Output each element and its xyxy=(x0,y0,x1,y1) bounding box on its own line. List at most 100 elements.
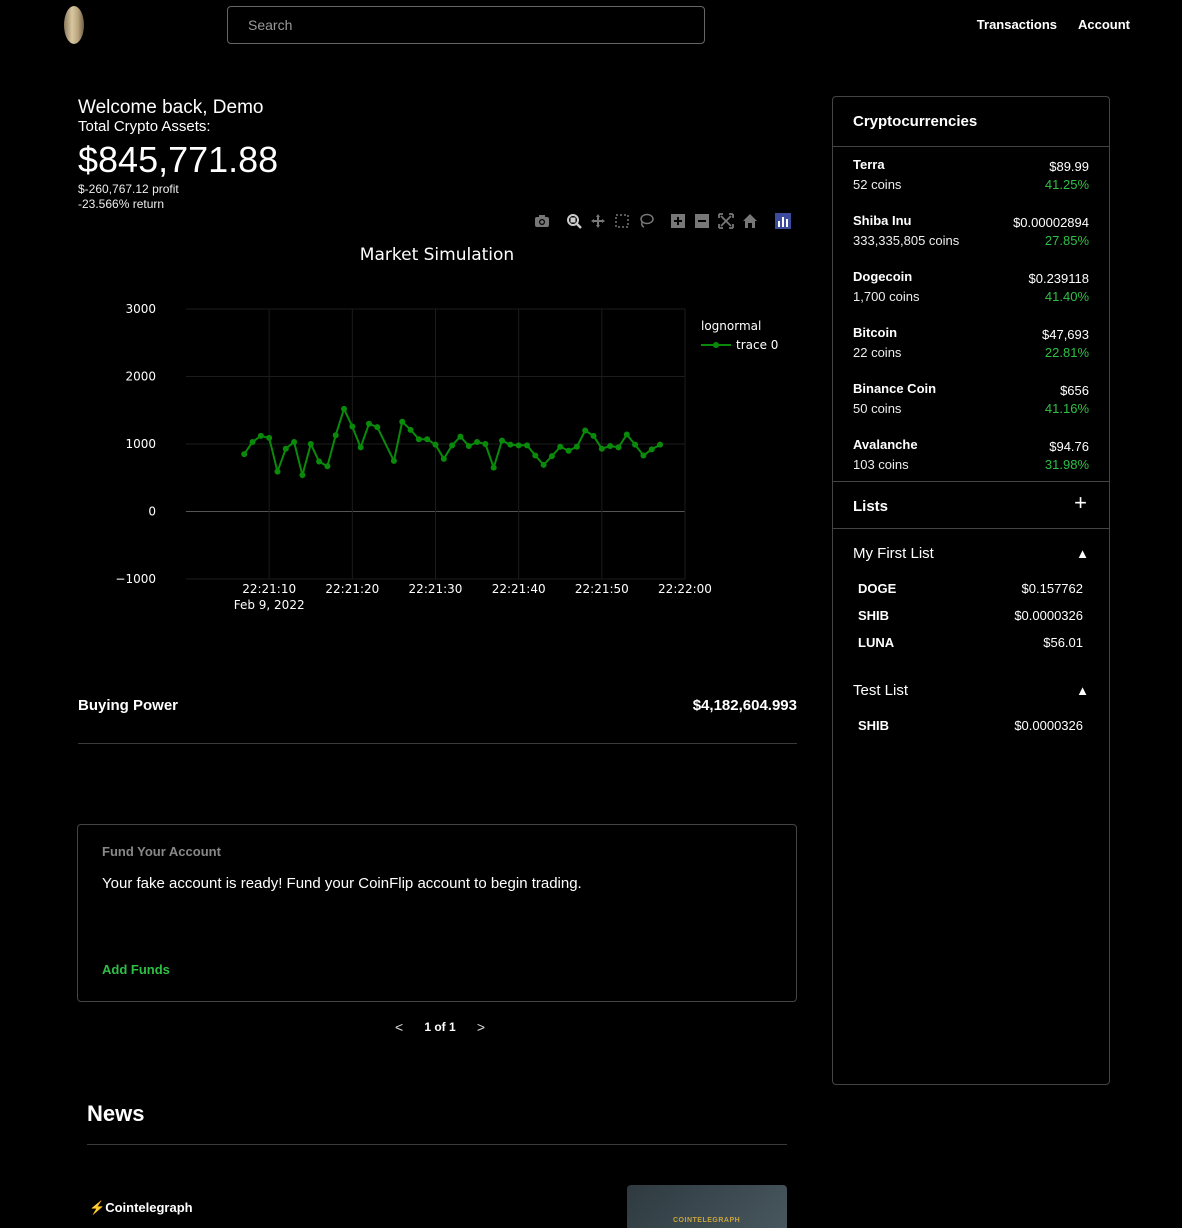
card-pager: < 1 of 1 > xyxy=(395,1019,485,1035)
watchlist-price: $56.01 xyxy=(1043,635,1083,650)
x-tick-label: 22:21:40 xyxy=(492,582,546,596)
chart-legend[interactable]: lognormal trace 0 xyxy=(701,319,778,352)
data-point xyxy=(565,447,572,454)
data-point xyxy=(332,432,339,439)
data-point xyxy=(407,426,414,433)
coin-quantity: 50 coins xyxy=(853,401,902,416)
search-input[interactable] xyxy=(227,6,705,44)
news-divider xyxy=(87,1144,787,1145)
watchlist-header[interactable]: Test List ▲ xyxy=(833,666,1109,710)
legend-series-label[interactable]: trace 0 xyxy=(736,338,778,352)
pager-prev-button[interactable]: < xyxy=(395,1019,403,1035)
news-source[interactable]: ⚡Cointelegraph xyxy=(89,1200,193,1216)
coin-name: Shiba Inu xyxy=(853,213,912,228)
buying-power-value: $4,182,604.993 xyxy=(692,697,797,714)
box-select-icon[interactable] xyxy=(613,213,631,231)
coin-change: 31.98% xyxy=(1044,457,1089,472)
watchlist-item[interactable]: SHIB $0.0000326 xyxy=(833,600,1109,627)
data-point xyxy=(399,418,406,425)
coin-row[interactable]: Dogecoin 1,700 coins $0.239118 41.40% xyxy=(833,259,1109,315)
watchlist-symbol: SHIB xyxy=(858,718,890,733)
nav-transactions-link[interactable]: Transactions xyxy=(977,17,1057,32)
buying-power-label: Buying Power xyxy=(78,697,179,714)
data-point xyxy=(316,458,323,465)
data-point xyxy=(490,464,497,471)
coin-row[interactable]: Avalanche 103 coins $94.76 31.98% xyxy=(833,427,1109,483)
data-point xyxy=(523,442,530,449)
coin-row[interactable]: Bitcoin 22 coins $47,693 22.81% xyxy=(833,315,1109,371)
coin-price: $89.99 xyxy=(1049,159,1089,174)
collapse-toggle-icon[interactable]: ▲ xyxy=(1076,683,1089,698)
add-list-button[interactable]: + xyxy=(1074,490,1087,516)
zoom-out-icon[interactable] xyxy=(693,213,711,231)
data-point xyxy=(640,452,647,459)
coin-price: $656 xyxy=(1060,383,1089,398)
data-point xyxy=(598,445,605,452)
zoom-in-icon[interactable] xyxy=(669,213,687,231)
nav-account-link[interactable]: Account xyxy=(1078,17,1130,32)
data-point xyxy=(457,433,464,440)
coin-list: Terra 52 coins $89.99 41.25% Shiba Inu 333,33… xyxy=(833,147,1109,483)
sidebar-title: Cryptocurrencies xyxy=(833,97,1109,147)
watchlist-item[interactable]: LUNA $56.01 xyxy=(833,627,1109,654)
watchlist-symbol: LUNA xyxy=(858,635,895,650)
coin-change: 27.85% xyxy=(1044,233,1089,248)
x-tick-label: 22:21:50 xyxy=(575,582,629,596)
data-point xyxy=(249,438,256,445)
plotly-logo-icon[interactable] xyxy=(774,213,792,231)
autoscale-icon[interactable] xyxy=(717,213,735,231)
watchlist-item[interactable]: DOGE $0.157762 xyxy=(833,573,1109,600)
data-point xyxy=(582,427,589,434)
camera-icon[interactable] xyxy=(533,213,551,231)
watchlist-item[interactable]: SHIB $0.0000326 xyxy=(833,710,1109,737)
watchlist: My First List ▲ DOGE $0.157762 SHIB $0.000032… xyxy=(833,529,1109,666)
collapse-toggle-icon[interactable]: ▲ xyxy=(1076,546,1089,561)
coin-name: Binance Coin xyxy=(853,381,937,396)
top-nav: Transactions Account xyxy=(977,17,1130,32)
data-point xyxy=(573,443,580,450)
pager-label: 1 of 1 xyxy=(424,1020,456,1034)
data-point xyxy=(507,441,514,448)
y-axis: 3000 2000 1000 0 −1000 xyxy=(115,302,156,586)
data-point xyxy=(266,434,273,441)
data-point xyxy=(365,420,372,427)
data-point xyxy=(390,457,397,464)
data-point xyxy=(474,438,481,445)
reset-axes-icon[interactable] xyxy=(741,213,759,231)
news-thumbnail-text: COINTELEGRAPH xyxy=(673,1217,741,1224)
chart-series xyxy=(241,405,664,480)
data-point xyxy=(557,443,564,450)
portfolio-summary: Welcome back, Demo Total Crypto Assets: … xyxy=(78,98,278,212)
profit-text: $-260,767.12 profit xyxy=(78,182,179,196)
crypto-sidebar: Cryptocurrencies Terra 52 coins $89.99 41.2… xyxy=(832,96,1110,1085)
news-thumbnail[interactable]: COINTELEGRAPH xyxy=(627,1185,787,1228)
coin-price: $94.76 xyxy=(1049,439,1089,454)
news-source-name: Cointelegraph xyxy=(105,1200,193,1215)
pager-next-button[interactable]: > xyxy=(477,1019,485,1035)
coin-row[interactable]: Shiba Inu 333,335,805 coins $0.00002894 27.… xyxy=(833,203,1109,259)
watchlist-header[interactable]: My First List ▲ xyxy=(833,529,1109,573)
data-point xyxy=(499,437,506,444)
data-point xyxy=(590,432,597,439)
divider xyxy=(78,743,797,744)
x-tick-label: 22:21:30 xyxy=(409,582,463,596)
legend-title: lognormal xyxy=(701,319,761,333)
coin-row[interactable]: Terra 52 coins $89.99 41.25% xyxy=(833,147,1109,203)
data-point xyxy=(607,443,614,450)
coin-row[interactable]: Binance Coin 50 coins $656 41.16% xyxy=(833,371,1109,427)
add-funds-button[interactable]: Add Funds xyxy=(102,962,170,977)
data-point xyxy=(440,455,447,462)
x-tick-label: 22:22:00 xyxy=(658,582,712,596)
lasso-select-icon[interactable] xyxy=(637,213,655,231)
watchlist: Test List ▲ SHIB $0.0000326 xyxy=(833,666,1109,749)
data-point xyxy=(449,442,456,449)
pan-icon[interactable] xyxy=(589,213,607,231)
coin-price: $0.00002894 xyxy=(1013,215,1089,230)
news-heading: News xyxy=(87,1101,145,1126)
data-point xyxy=(482,441,489,447)
zoom-icon[interactable] xyxy=(565,213,583,231)
coinflip-logo[interactable] xyxy=(64,6,84,44)
series-line xyxy=(243,406,661,480)
watchlists: My First List ▲ DOGE $0.157762 SHIB $0.000032… xyxy=(833,529,1109,749)
coin-price: $0.239118 xyxy=(1028,271,1090,286)
